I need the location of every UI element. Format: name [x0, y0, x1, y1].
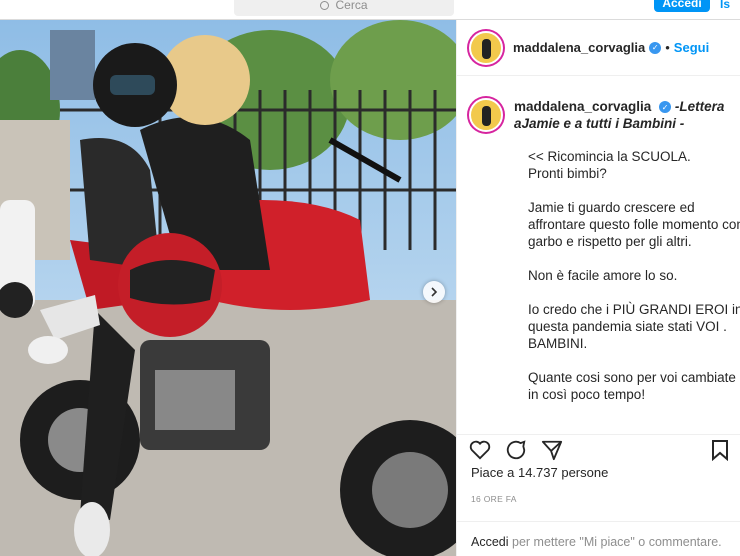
follow-button[interactable]: Segui	[674, 40, 709, 55]
comment-icon[interactable]	[505, 439, 527, 461]
caption-area: maddalena_corvaglia ✓ -Lettera aJamie e …	[457, 76, 740, 434]
login-button[interactable]: Accedi	[654, 0, 710, 12]
post-photo[interactable]	[0, 20, 456, 556]
search-icon	[320, 0, 330, 10]
avatar[interactable]	[469, 30, 503, 65]
post-header: maddalena_corvaglia ✓ • Segui	[457, 20, 740, 76]
verified-badge-icon: ✓	[649, 41, 662, 54]
caption-username[interactable]: maddalena_corvaglia	[514, 99, 651, 114]
caption-paragraph: << Ricomincia la SCUOLA. Pronti bimbi?	[528, 149, 691, 181]
separator-dot: •	[665, 40, 670, 55]
chevron-right-icon	[431, 287, 438, 297]
post-timestamp[interactable]: 16 ORE FA	[471, 494, 517, 504]
login-prompt-text: per mettere "Mi piace" o commentare.	[508, 535, 722, 549]
bookmark-icon[interactable]	[711, 439, 729, 461]
caption-paragraph: Io credo che i PIÙ GRANDI EROI in questa…	[528, 302, 740, 351]
search-input[interactable]: Cerca	[234, 0, 454, 16]
login-link[interactable]: Accedi	[471, 535, 509, 549]
share-icon[interactable]	[541, 439, 563, 461]
caption-body: << Ricomincia la SCUOLA. Pronti bimbi? J…	[528, 148, 740, 403]
caption-header: maddalena_corvaglia ✓ -Lettera aJamie e …	[514, 98, 729, 132]
login-prompt: Accedi per mettere "Mi piace" o commenta…	[457, 521, 740, 556]
caption-avatar[interactable]	[469, 98, 503, 132]
post-sidebar: maddalena_corvaglia ✓ • Segui maddalena_…	[456, 20, 740, 556]
search-placeholder: Cerca	[335, 0, 368, 12]
username[interactable]: maddalena_corvaglia	[513, 40, 645, 55]
next-slide-button[interactable]	[423, 281, 445, 303]
photo-illustration	[0, 20, 456, 556]
heart-icon[interactable]	[469, 440, 491, 460]
caption-paragraph: Non è facile amore lo so.	[528, 268, 678, 283]
signup-link[interactable]: Is	[720, 0, 730, 11]
post-container: maddalena_corvaglia ✓ • Segui maddalena_…	[0, 20, 740, 556]
verified-badge-icon: ✓	[659, 101, 672, 114]
caption-paragraph: Jamie ti guardo crescere ed affrontare q…	[528, 200, 740, 249]
action-bar	[457, 434, 740, 464]
top-navbar: Cerca Accedi Is	[0, 0, 740, 20]
likes-count[interactable]: Piace a 14.737 persone	[471, 465, 608, 480]
caption-paragraph: Quante cosi sono per voi cambiate in cos…	[528, 370, 736, 402]
